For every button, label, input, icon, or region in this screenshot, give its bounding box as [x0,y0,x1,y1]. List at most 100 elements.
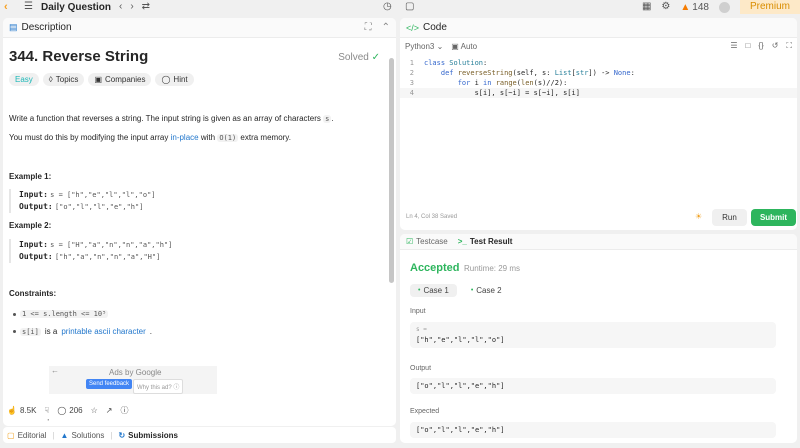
daily-question-title[interactable]: Daily Question [41,2,111,13]
editorial-icon: ▢ [7,430,15,440]
flame-icon: ▲ [680,1,691,13]
code-line: 3 for i in range(len(s)//2): [409,79,568,87]
input-box: s = ["h","e","l","l","o"] [410,322,776,348]
topics-tag[interactable]: ◊ Topics [42,73,85,86]
constraint-2: s[i] is a printable ascii character. [13,327,152,336]
layout-icon[interactable]: ▦ [642,0,651,14]
tab-testcase[interactable]: ☑ Testcase [406,237,448,246]
difficulty-badge: Easy [9,73,39,86]
in-place-link[interactable]: in-place [171,133,199,142]
expected-label: Expected [410,408,440,415]
example-2-title: Example 2: [9,221,52,230]
code-line: 4 s[i], s[~i] = s[~i], s[i] [400,88,797,98]
flask-icon: ▲ [60,430,69,440]
bulb-icon: ◯ [161,75,171,84]
runtime-label: Runtime: 29 ms [464,264,521,273]
run-button[interactable]: Run [712,209,747,226]
tab-submissions[interactable]: ↻ Submissions [118,431,178,440]
tab-description[interactable]: Description [22,22,72,33]
case-tabs: • Case 1 • Case 2 [410,284,510,297]
leetcode-logo-icon[interactable]: ‹ [4,1,16,13]
format-icon[interactable]: ☰ [730,41,737,51]
tab-test-result[interactable]: >_ Test Result [458,237,513,246]
description-paragraph-1: Write a function that reverses a string.… [9,114,334,123]
dot-icon: • [470,287,474,294]
bottom-tabs: ▢ Editorial | ▲ Solutions | ↻ Submissions [3,427,396,443]
comment-icon: ◯ [57,405,67,415]
code-line: 1 class Solution: [409,59,488,67]
editor-status: Ln 4, Col 38 Saved [406,214,458,220]
note-icon[interactable]: ▢ [405,0,414,14]
example-1-block: Input: s = ["h","e","l","l","o"] Output:… [9,189,156,213]
bookmark-icon[interactable]: □ [746,41,751,51]
case-1-tab[interactable]: • Case 1 [410,284,457,297]
description-paragraph-2: You must do this by modifying the input … [9,133,291,142]
code-editor[interactable]: 1 class Solution: 2 def reverseString(sel… [400,54,797,194]
problem-title[interactable]: 344. Reverse String [9,48,148,65]
list-icon[interactable]: ☰ [24,0,33,14]
timer-icon[interactable]: ◷ [383,0,392,14]
why-this-ad-button[interactable]: Why this ad? ⓘ [133,379,184,394]
case-2-tab[interactable]: • Case 2 [463,284,510,297]
star-icon[interactable]: ☆ [91,406,98,415]
example-1-title: Example 1: [9,172,52,181]
submit-button[interactable]: Submit [751,209,796,226]
collapse-icon[interactable]: ⌃ [382,22,390,33]
ads-by-google-label: Ads by Google [109,368,162,377]
accepted-status: Accepted [410,262,460,274]
description-panel: ▤ Description ⛶ ⌃ 344. Reverse String So… [3,18,396,426]
hint-tag[interactable]: ◯ Hint [155,73,194,86]
code-toolbar: Python3 ⌄ ▣ Auto ☰ □ {} ↺ ⛶ [400,38,797,54]
scrollbar[interactable] [389,58,394,283]
code-line: 2 def reverseString(self, s: List[str]) … [409,69,635,77]
constraints-title: Constraints: [9,289,57,298]
code-panel-header: </> Code [400,18,797,38]
lock-icon: ▣ [451,41,459,51]
language-select[interactable]: Python3 ⌄ [405,42,443,51]
gear-icon[interactable]: ⚙ [661,0,670,14]
output-box: ["o","l","l","e","h"] [410,378,776,394]
like-button[interactable]: ☝ 8.5K [7,406,36,415]
send-feedback-button[interactable]: Send feedback [86,379,133,389]
code-icon: </> [406,22,420,33]
lock-icon: ▣ [94,75,102,84]
chevron-right-icon[interactable]: › [130,0,133,14]
ad-box: ← Ads by Google Send feedback Why this a… [49,366,217,394]
auto-mode[interactable]: ▣ Auto [451,42,477,51]
thumbs-up-icon: ☝ [7,405,17,415]
bulb-icon[interactable]: ☀ [695,212,702,221]
code-panel: </> Code Python3 ⌄ ▣ Auto ☰ □ {} ↺ ⛶ 1 cl… [400,18,797,230]
history-icon: ↻ [118,430,126,440]
printable-ascii-link[interactable]: printable ascii character [61,327,145,336]
input-label: Input [410,308,426,315]
back-arrow-icon[interactable]: ← [51,366,59,375]
braces-icon[interactable]: {} [758,41,763,51]
comments-button[interactable]: ◯ 206 [57,406,82,415]
tab-code[interactable]: Code [423,22,447,33]
example-2-block: Input: s = ["H","a","n","n","a","h"] Out… [9,239,172,263]
test-panel-header: ☑ Testcase >_ Test Result [400,234,797,250]
tab-solutions[interactable]: ▲ Solutions [61,431,105,440]
premium-button[interactable]: Premium [739,0,800,14]
reset-icon[interactable]: ↺ [772,41,779,51]
test-result-panel: ☑ Testcase >_ Test Result Accepted Runtime… [400,234,797,443]
checkbox-icon: ☑ [406,237,414,246]
tab-editorial[interactable]: ▢ Editorial [7,431,46,440]
maximize-icon[interactable]: ⛶ [365,22,372,33]
solved-status: Solved ✓ [338,52,380,63]
avatar-icon[interactable] [718,1,730,13]
fullscreen-icon[interactable]: ⛶ [786,41,792,51]
terminal-icon: >_ [457,237,467,246]
chevron-left-icon[interactable]: ‹ [119,0,122,14]
thumbs-down-icon[interactable]: ☟ [44,406,49,415]
help-icon[interactable]: ⓘ [121,405,129,416]
companies-tag[interactable]: ▣ Companies [88,73,152,86]
description-content: 344. Reverse String Solved ✓ Easy ◊ Topic… [3,38,396,426]
constraint-1: 1 <= s.length <= 10⁵ [13,310,109,318]
streak-counter[interactable]: ▲ 148 [680,2,709,13]
tag-icon: ◊ [48,75,53,84]
shuffle-icon[interactable]: ⇄ [142,0,150,14]
check-circle-icon: ✓ [371,52,380,63]
share-icon[interactable]: ↗ [106,406,113,415]
description-panel-header: ▤ Description ⛶ ⌃ [3,18,396,38]
